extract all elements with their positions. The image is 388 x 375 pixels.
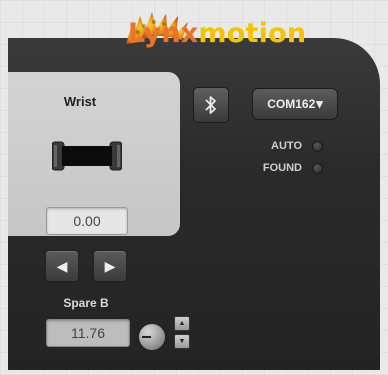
logo-wordmark: Lynxmotion [128, 18, 306, 49]
servo-graphic-icon[interactable] [52, 140, 122, 172]
status-led-found [312, 163, 323, 174]
spare-value-field[interactable]: 11.76 [46, 319, 130, 347]
next-button[interactable]: ▶ [93, 250, 127, 282]
spare-label: Spare B [63, 296, 109, 310]
chevron-left-icon: ◀ [56, 257, 68, 274]
app-window: Lynxmotion Wrist 0.00 ◀ ▶ COM162 ▾ AUTO F… [0, 0, 388, 375]
bluetooth-button[interactable] [193, 87, 229, 123]
status-led-auto [312, 141, 323, 152]
logo-text-lynx: Lynx [128, 18, 199, 49]
chevron-right-icon: ▶ [104, 257, 116, 274]
prev-button[interactable]: ◀ [45, 250, 79, 282]
status-label-auto: AUTO [271, 140, 302, 152]
status-label-found: FOUND [262, 162, 302, 174]
com-port-label: COM162 [267, 97, 316, 111]
bluetooth-icon [205, 96, 216, 114]
spare-knob[interactable] [138, 323, 166, 351]
stepper-down-button[interactable]: ▼ [174, 334, 190, 349]
chevron-up-icon: ▲ [178, 320, 186, 327]
com-port-dropdown[interactable]: COM162 ▾ [252, 88, 338, 120]
chevron-down-small-icon: ▼ [178, 338, 186, 345]
stepper-up-button[interactable]: ▲ [174, 316, 190, 331]
servo-value-field[interactable]: 0.00 [46, 207, 128, 235]
chevron-down-icon: ▾ [316, 96, 323, 111]
servo-title: Wrist [63, 94, 97, 109]
logo-text-motion: motion [198, 18, 307, 49]
